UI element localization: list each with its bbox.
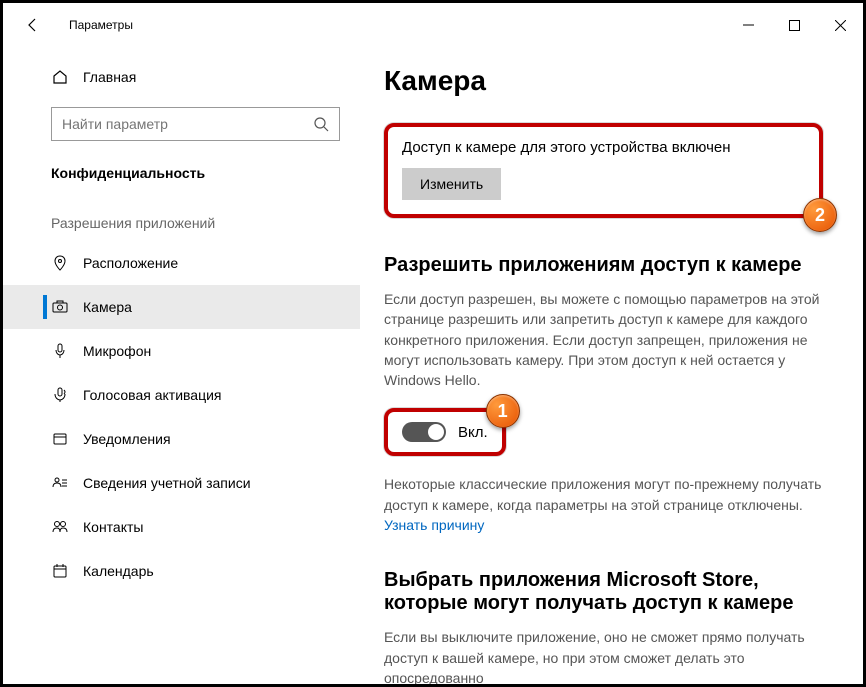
sidebar-item-location[interactable]: Расположение (3, 241, 360, 285)
note-text: Некоторые классические приложения могут … (384, 476, 821, 512)
home-nav[interactable]: Главная (3, 57, 360, 97)
annotation-badge-2: 2 (803, 198, 837, 232)
location-icon (51, 255, 69, 271)
sidebar-item-label: Календарь (83, 563, 154, 579)
calendar-icon (51, 563, 69, 579)
contacts-icon (51, 519, 69, 535)
change-button[interactable]: Изменить (402, 168, 501, 200)
sidebar-item-label: Микрофон (83, 343, 151, 359)
sidebar-item-label: Контакты (83, 519, 143, 535)
sidebar-item-label: Расположение (83, 255, 178, 271)
app-access-toggle-wrap: Вкл. 1 (384, 408, 506, 456)
voice-icon (51, 387, 69, 403)
account-icon (51, 475, 69, 491)
search-box[interactable] (51, 107, 340, 141)
content-pane: Камера Доступ к камере для этого устройс… (360, 47, 863, 684)
sidebar-item-notifications[interactable]: Уведомления (3, 417, 360, 461)
annotation-badge-1: 1 (486, 394, 520, 428)
sidebar-item-calendar[interactable]: Календарь (3, 549, 360, 593)
sidebar: Главная Конфиденциальность Разрешения пр… (3, 47, 360, 684)
sidebar-item-microphone[interactable]: Микрофон (3, 329, 360, 373)
microphone-icon (51, 343, 69, 359)
sidebar-item-voice[interactable]: Голосовая активация (3, 373, 360, 417)
sidebar-item-label: Камера (83, 299, 132, 315)
learn-why-link[interactable]: Узнать причину (384, 517, 484, 533)
titlebar: Параметры (3, 3, 863, 47)
close-button[interactable] (817, 3, 863, 47)
camera-icon (51, 299, 69, 315)
window-controls (725, 3, 863, 47)
back-button[interactable] (23, 15, 43, 35)
search-icon (313, 116, 329, 132)
notifications-icon (51, 431, 69, 447)
app-access-title: Разрешить приложениям доступ к камере (384, 254, 823, 277)
home-label: Главная (83, 69, 136, 85)
page-title: Камера (384, 65, 823, 97)
device-access-status: Доступ к камере для этого устройства вкл… (402, 139, 805, 156)
sidebar-item-contacts[interactable]: Контакты (3, 505, 360, 549)
app-access-toggle[interactable] (402, 422, 446, 442)
app-access-note: Некоторые классические приложения могут … (384, 474, 823, 535)
home-icon (51, 69, 69, 85)
maximize-button[interactable] (771, 3, 817, 47)
sidebar-item-label: Уведомления (83, 431, 171, 447)
store-apps-title: Выбрать приложения Microsoft Store, кото… (384, 569, 823, 615)
minimize-button[interactable] (725, 3, 771, 47)
group-title: Разрешения приложений (3, 193, 360, 241)
search-input[interactable] (62, 116, 313, 132)
toggle-label: Вкл. (458, 424, 488, 441)
window-body: Главная Конфиденциальность Разрешения пр… (3, 47, 863, 684)
store-apps-section: Выбрать приложения Microsoft Store, кото… (384, 569, 823, 684)
sidebar-item-label: Сведения учетной записи (83, 475, 251, 491)
sidebar-item-camera[interactable]: Камера (3, 285, 360, 329)
settings-window: Параметры Главная (0, 0, 866, 687)
window-title: Параметры (69, 18, 133, 32)
device-access-section: Доступ к камере для этого устройства вкл… (384, 123, 823, 218)
sidebar-item-account[interactable]: Сведения учетной записи (3, 461, 360, 505)
app-access-desc: Если доступ разрешен, вы можете с помощь… (384, 289, 823, 390)
store-apps-desc: Если вы выключите приложение, оно не смо… (384, 627, 823, 684)
sidebar-item-label: Голосовая активация (83, 387, 222, 403)
category-title: Конфиденциальность (3, 155, 360, 193)
